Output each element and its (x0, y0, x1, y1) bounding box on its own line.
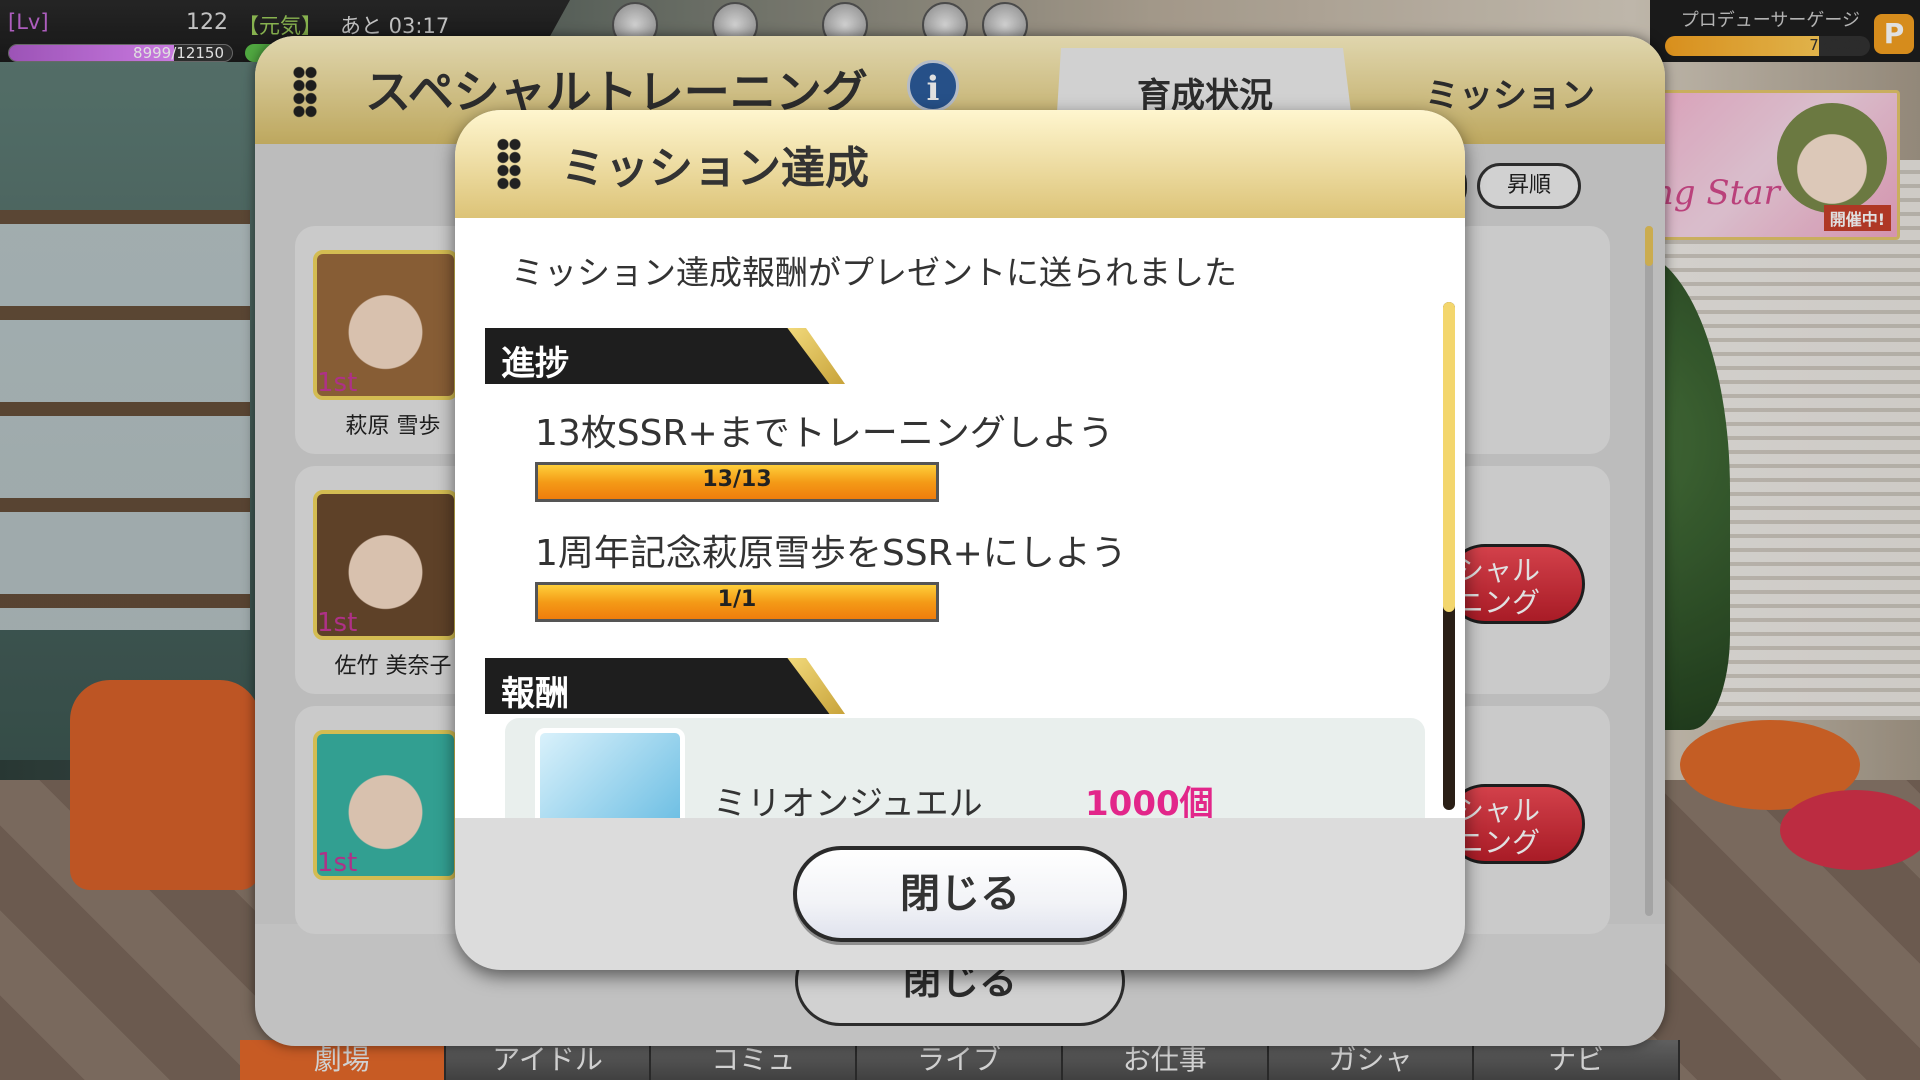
mission-progress-text: 13/13 (702, 467, 772, 492)
dialog-scroll-thumb[interactable] (1443, 302, 1455, 612)
dialog-header: ミッション達成 (455, 110, 1465, 218)
mission-progress-bar: 1/1 (535, 582, 939, 622)
mission-complete-dialog: ミッション達成 ミッション達成報酬がプレゼントに送られました 進捗 13枚SSR… (455, 110, 1465, 970)
dialog-title: ミッション達成 (561, 143, 869, 194)
mission-text: 13枚SSR+までトレーニングしよう (535, 413, 1114, 454)
close-button[interactable]: 閉じる (793, 846, 1127, 942)
jewel-icon (535, 728, 685, 818)
reward-header-label: 報酬 (501, 674, 569, 714)
mission-progress-text: 1/1 (717, 587, 757, 612)
grip-icon (497, 138, 521, 190)
dialog-message: ミッション達成報酬がプレゼントに送られました (511, 253, 1237, 292)
dialog-scrollbar[interactable] (1443, 302, 1455, 810)
mission-item: 1周年記念萩原雪歩をSSR+にしよう 1/1 (535, 524, 1127, 622)
reward-name: ミリオンジュエル (713, 784, 983, 818)
dialog-body: ミッション達成報酬がプレゼントに送られました 進捗 13枚SSR+までトレーニン… (455, 218, 1465, 818)
mission-progress-bar: 13/13 (535, 462, 939, 502)
reward-quantity: 1000個 (1085, 784, 1214, 818)
mission-item: 13枚SSR+までトレーニングしよう 13/13 (535, 404, 1114, 502)
reward-item: ミリオンジュエル 1000個 (505, 718, 1425, 818)
progress-header-label: 進捗 (501, 344, 569, 384)
mission-text: 1周年記念萩原雪歩をSSR+にしよう (535, 533, 1127, 574)
